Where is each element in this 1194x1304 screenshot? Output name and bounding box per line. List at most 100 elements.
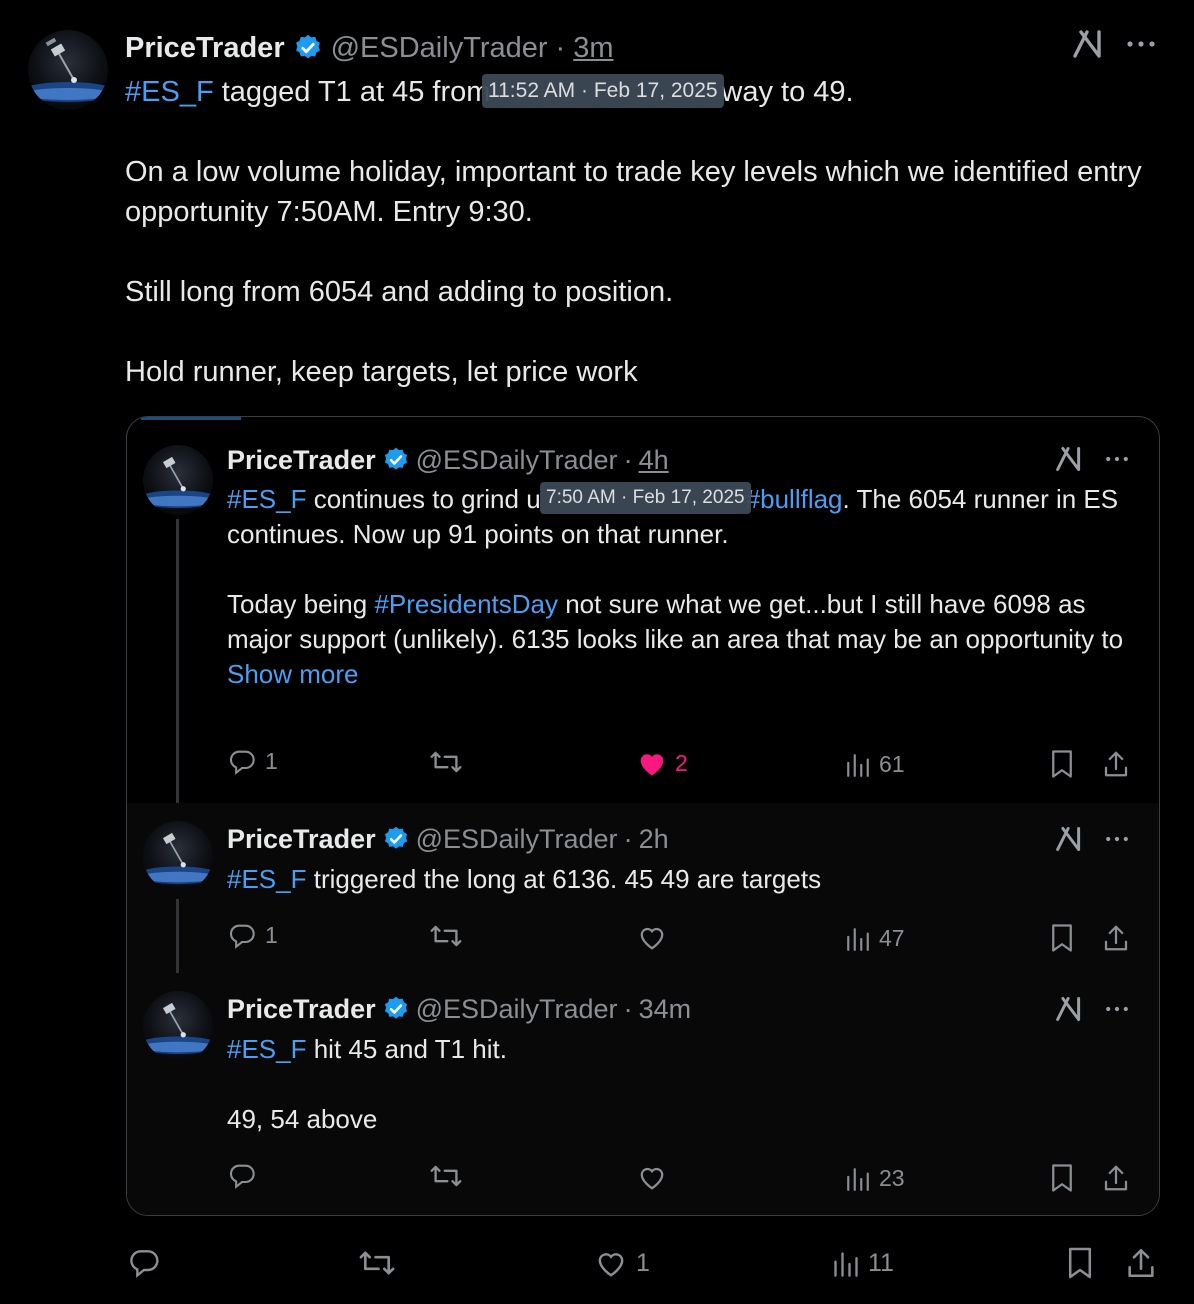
views-icon	[845, 752, 871, 778]
display-name[interactable]: PriceTrader	[227, 824, 376, 855]
repost-button[interactable]	[429, 749, 463, 775]
more-icon[interactable]	[1103, 1005, 1131, 1013]
tweet-header: PriceTrader @ESDailyTrader · 4h	[227, 442, 669, 478]
avatar[interactable]	[28, 30, 108, 110]
timestamp-tooltip: 11:52 AM · Feb 17, 2025	[482, 74, 724, 108]
grok-icon[interactable]	[1055, 995, 1083, 1023]
verified-badge-icon	[382, 825, 410, 853]
like-button[interactable]	[637, 923, 667, 951]
reply-button[interactable]	[227, 1161, 257, 1189]
more-icon[interactable]	[1103, 455, 1131, 463]
like-button[interactable]: 1	[594, 1248, 650, 1278]
tweet-top-actions	[1055, 995, 1131, 1023]
bookmark-icon	[1049, 923, 1075, 953]
bookmark-button[interactable]	[1049, 749, 1075, 779]
share-button[interactable]	[1101, 1163, 1131, 1193]
tweet-header: PriceTrader @ESDailyTrader · 2h	[227, 821, 669, 857]
verified-badge-icon	[293, 33, 323, 63]
hashtag-link[interactable]: #PresidentsDay	[374, 589, 558, 619]
tweet-text: #ES_F triggered the long at 6136. 45 49 …	[227, 862, 1139, 897]
repost-button[interactable]	[358, 1248, 396, 1278]
bookmark-icon	[1066, 1246, 1094, 1280]
repost-button[interactable]	[429, 1163, 463, 1189]
grok-icon[interactable]	[1072, 28, 1104, 60]
views-button[interactable]: 47	[845, 925, 905, 952]
reply-button[interactable]: 1	[227, 747, 278, 775]
avatar[interactable]	[143, 991, 213, 1061]
share-icon	[1101, 923, 1131, 953]
handle[interactable]: @ESDailyTrader	[331, 32, 548, 65]
views-button[interactable]: 61	[845, 751, 905, 778]
share-button[interactable]	[1101, 923, 1131, 953]
share-button[interactable]	[1101, 749, 1131, 779]
bookmark-button[interactable]	[1049, 923, 1075, 953]
display-name[interactable]: PriceTrader	[125, 32, 285, 65]
timestamp-tooltip: 7:50 AM · Feb 17, 2025	[540, 482, 751, 514]
like-button[interactable]	[637, 1163, 667, 1191]
timestamp-link[interactable]: 2h	[639, 824, 669, 855]
timestamp-link[interactable]: 34m	[639, 994, 692, 1025]
views-count: 61	[879, 751, 905, 777]
display-name[interactable]: PriceTrader	[227, 445, 376, 476]
handle[interactable]: @ESDailyTrader	[416, 445, 618, 476]
tweet-text-segment: hit 45 and T1 hit.	[306, 1034, 507, 1064]
tweet-page: PriceTrader @ESDailyTrader · 3m #ES_F ta…	[0, 0, 1194, 1304]
tweet-header: PriceTrader @ESDailyTrader · 3m	[125, 28, 614, 68]
hashtag-link[interactable]: #ES_F	[125, 76, 214, 108]
like-button[interactable]: 2	[637, 749, 688, 777]
tweet-text-segment: way to 49.	[721, 76, 854, 108]
views-icon	[845, 1166, 871, 1192]
thread-tweet[interactable]: PriceTrader @ESDailyTrader · 4h #ES_F co…	[127, 417, 1159, 815]
repost-icon	[358, 1248, 396, 1278]
repost-button[interactable]	[429, 923, 463, 949]
like-icon	[637, 923, 667, 951]
bookmark-icon	[1049, 1163, 1075, 1193]
thread-tweet[interactable]: PriceTrader @ESDailyTrader · 2h #ES_F tr…	[127, 803, 1159, 989]
bookmark-button[interactable]	[1066, 1246, 1094, 1280]
share-icon	[1101, 1163, 1131, 1193]
grok-icon[interactable]	[1055, 825, 1083, 853]
bookmark-icon	[1049, 749, 1075, 779]
repost-icon	[429, 923, 463, 949]
hashtag-link[interactable]: #ES_F	[227, 864, 307, 894]
quoted-thread-card[interactable]: PriceTrader @ESDailyTrader · 4h #ES_F co…	[126, 416, 1160, 1216]
reply-icon	[227, 1161, 257, 1189]
avatar[interactable]	[143, 821, 213, 891]
like-count: 2	[675, 749, 688, 776]
handle[interactable]: @ESDailyTrader	[416, 824, 618, 855]
share-icon	[1101, 749, 1131, 779]
thread-connector	[176, 519, 179, 815]
repost-icon	[429, 749, 463, 775]
tweet-text-segment: triggered the long at 6136. 45 49 are ta…	[306, 864, 822, 894]
timestamp-link[interactable]: 4h	[639, 445, 669, 476]
more-icon[interactable]	[1103, 835, 1131, 843]
tweet-paragraph: Hold runner, keep targets, let price wor…	[125, 356, 638, 388]
separator-dot: ·	[623, 444, 633, 475]
like-icon	[637, 1163, 667, 1191]
thread-tweet[interactable]: PriceTrader @ESDailyTrader · 34m #ES_F h…	[127, 973, 1159, 1215]
share-button[interactable]	[1124, 1246, 1158, 1280]
views-count: 47	[879, 925, 905, 951]
grok-icon[interactable]	[1055, 445, 1083, 473]
views-button[interactable]: 23	[845, 1165, 905, 1192]
show-more-link[interactable]: Show more	[227, 657, 1139, 692]
verified-badge-icon	[382, 995, 410, 1023]
views-icon	[845, 926, 871, 952]
hashtag-link[interactable]: #bullflag	[746, 484, 843, 514]
handle[interactable]: @ESDailyTrader	[416, 994, 618, 1025]
like-icon	[594, 1248, 628, 1278]
timestamp-link[interactable]: 3m	[573, 32, 613, 65]
hashtag-link[interactable]: #ES_F	[227, 1034, 307, 1064]
views-button[interactable]: 11	[832, 1249, 894, 1278]
bookmark-button[interactable]	[1049, 1163, 1075, 1193]
reply-button[interactable]	[127, 1246, 169, 1278]
separator-dot: ·	[623, 823, 633, 854]
like-icon	[637, 749, 667, 777]
reply-button[interactable]: 1	[227, 921, 278, 949]
more-icon[interactable]	[1126, 39, 1156, 49]
avatar[interactable]	[143, 445, 213, 515]
tweet-header: PriceTrader @ESDailyTrader · 34m	[227, 991, 691, 1027]
reply-icon	[227, 747, 257, 775]
display-name[interactable]: PriceTrader	[227, 994, 376, 1025]
hashtag-link[interactable]: #ES_F	[227, 484, 307, 514]
